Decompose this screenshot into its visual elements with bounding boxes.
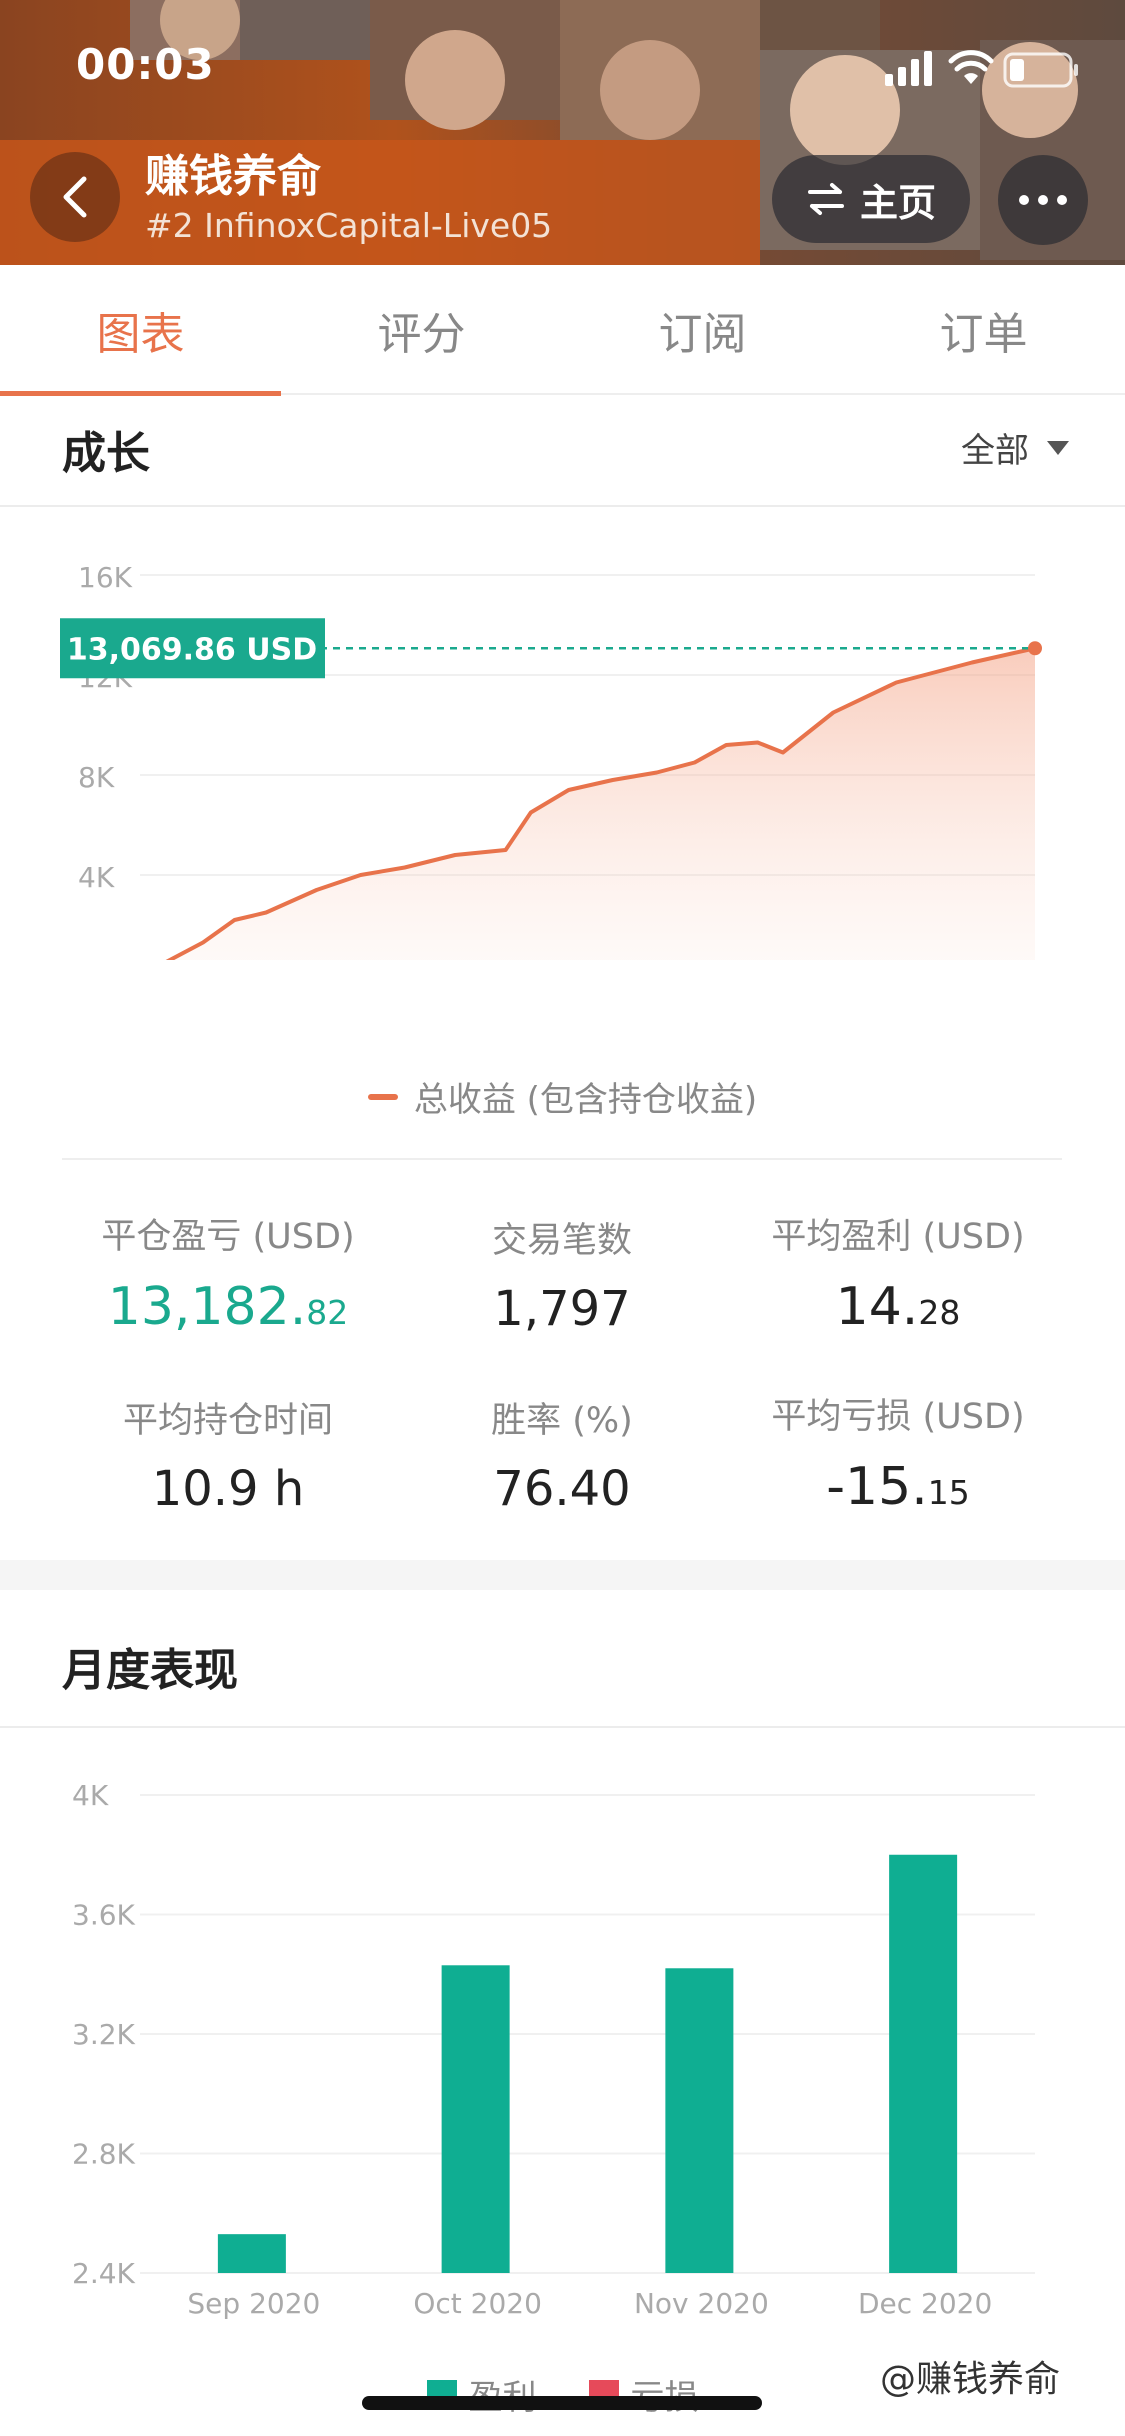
stat-label: 平均盈利 (USD) xyxy=(771,1217,1025,1257)
growth-title: 成长 xyxy=(62,428,150,479)
y-tick-label: 4K xyxy=(72,1779,109,1812)
monthly-section-header: 月度表现 xyxy=(0,1590,1125,1728)
status-icons xyxy=(885,50,1078,88)
stat-value: 10.9 h xyxy=(151,1461,305,1517)
home-button-label: 主页 xyxy=(859,180,936,225)
x-tick-label: Dec 2020 xyxy=(858,2287,992,2320)
legend-label-loss: 亏损 xyxy=(631,2370,699,2419)
monthly-chart: 2.4K 2.8K 3.2K 3.6K 4K Sep 2020 Oct 2020 Nov 20… xyxy=(72,1779,1035,2320)
y-tick-label: 2.4K xyxy=(72,2257,136,2290)
stat-label: 胜率 (%) xyxy=(491,1401,633,1441)
legend-label-profit: 盈利 xyxy=(469,2370,537,2419)
growth-legend: 总收益 (包含持仓收益) xyxy=(0,1072,1125,1121)
wifi-icon xyxy=(948,50,994,84)
stat-label: 平均亏损 (USD) xyxy=(771,1397,1025,1437)
chevron-left-icon xyxy=(63,176,87,218)
section-gap xyxy=(0,1560,1125,1590)
bar-profit xyxy=(441,1965,510,2273)
stat-trade-count: 交易笔数 1,797 xyxy=(392,1212,732,1337)
growth-area xyxy=(169,648,1035,960)
stat-avg-hold: 平均持仓时间 10.9 h xyxy=(58,1392,398,1517)
growth-chart: 04K8K12K16K13,069.86 USD08 Oct04 Nov30 N… xyxy=(60,561,1042,960)
watermark: @赚钱养俞 xyxy=(880,2359,1061,2400)
more-dots-icon xyxy=(1019,195,1067,205)
more-button[interactable] xyxy=(998,155,1088,245)
tab-orders[interactable]: 订单 xyxy=(843,265,1124,395)
stat-value-dec: 15 xyxy=(927,1473,970,1512)
period-filter-label: 全部 xyxy=(961,431,1029,471)
battery-icon xyxy=(1003,52,1078,88)
home-button[interactable]: 主页 xyxy=(772,155,970,243)
stat-value: 1,797 xyxy=(493,1281,631,1337)
period-filter[interactable]: 全部 xyxy=(961,423,1069,472)
back-button[interactable] xyxy=(30,152,120,242)
tab-chart[interactable]: 图表 xyxy=(0,265,281,395)
y-tick-label: 3.2K xyxy=(72,2018,136,2051)
monthly-title: 月度表现 xyxy=(62,1645,238,1696)
stat-value-int: -15. xyxy=(826,1457,928,1517)
stat-avg-profit: 平均盈利 (USD) 14.28 xyxy=(728,1208,1068,1337)
x-tick-label: Nov 2020 xyxy=(634,2287,769,2320)
stat-win-rate: 胜率 (%) 76.40 xyxy=(392,1392,732,1517)
app-header: 00:03 赚钱养俞 #2 InfinoxCapital-Live05 主页 xyxy=(0,0,1125,265)
current-value-badge-text: 13,069.86 USD xyxy=(67,632,317,667)
home-indicator xyxy=(362,2396,762,2410)
profile-subtitle: #2 InfinoxCapital-Live05 xyxy=(145,206,553,245)
stat-value-dec: 28 xyxy=(918,1293,961,1332)
stat-label: 平均持仓时间 xyxy=(122,1401,333,1441)
status-time: 00:03 xyxy=(76,40,215,89)
caret-down-icon xyxy=(1047,440,1069,455)
bar-profit xyxy=(889,1854,958,2273)
current-value-dot xyxy=(1028,641,1042,656)
x-tick-label: Sep 2020 xyxy=(187,2287,320,2320)
growth-legend-label: 总收益 (包含持仓收益) xyxy=(413,1080,758,1120)
x-tick-label: Oct 2020 xyxy=(413,2287,542,2320)
divider xyxy=(62,1158,1062,1160)
bar-profit xyxy=(217,2234,286,2273)
tab-rating[interactable]: 评分 xyxy=(281,265,562,395)
y-tick-label: 4K xyxy=(78,861,115,894)
profile-title: 赚钱养俞 xyxy=(145,151,321,202)
growth-section-header: 成长 全部 xyxy=(0,397,1125,507)
stat-value-dec: 82 xyxy=(306,1293,349,1332)
bar-profit xyxy=(665,1968,734,2273)
growth-legend-swatch xyxy=(367,1093,398,1100)
tab-active-indicator xyxy=(0,391,281,396)
stat-avg-loss: 平均亏损 (USD) -15.15 xyxy=(728,1388,1068,1517)
y-tick-label: 2.8K xyxy=(72,2138,136,2171)
y-tick-label: 8K xyxy=(78,761,115,794)
stat-value-int: 13,182. xyxy=(107,1277,307,1337)
y-tick-label: 16K xyxy=(78,561,133,594)
stat-label: 交易笔数 xyxy=(491,1221,632,1261)
swap-arrows-icon xyxy=(807,183,844,215)
tab-subscribe[interactable]: 订阅 xyxy=(562,265,843,395)
stat-value-int: 14. xyxy=(835,1277,919,1337)
stat-label: 平仓盈亏 (USD) xyxy=(101,1217,355,1257)
signal-icon xyxy=(885,51,932,86)
stat-value: 76.40 xyxy=(493,1461,631,1517)
stat-closed-pnl: 平仓盈亏 (USD) 13,182.82 xyxy=(58,1208,398,1337)
y-tick-label: 3.6K xyxy=(72,1899,136,1932)
tab-bar: 图表 评分 订阅 订单 xyxy=(0,265,1125,396)
